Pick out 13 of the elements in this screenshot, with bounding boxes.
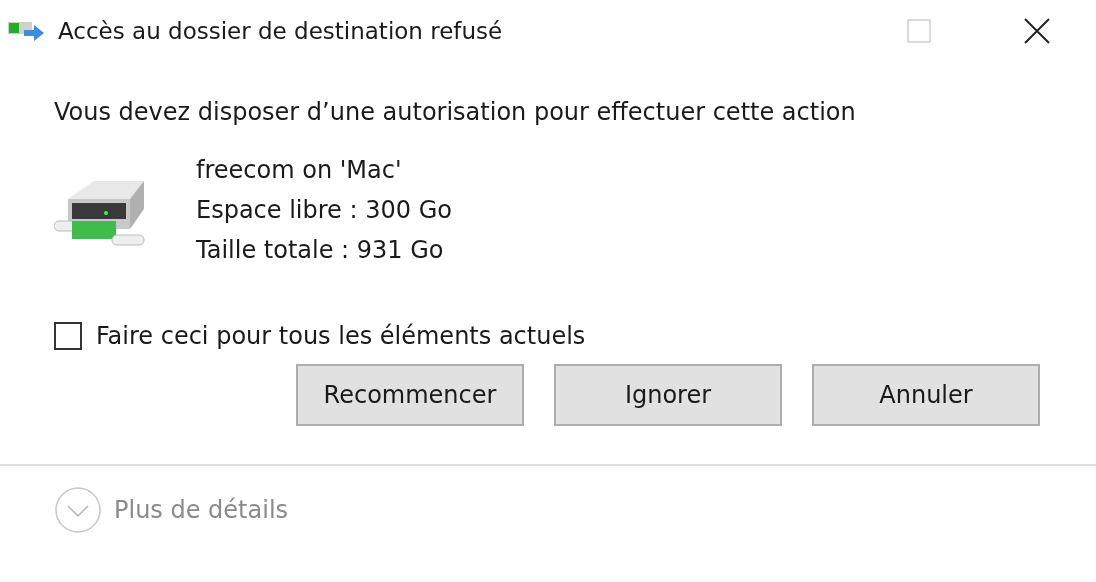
dialog-button[interactable]: Ignorer (554, 364, 782, 426)
message-text: Vous devez disposer d’une autorisation pour effectuer cette action (54, 98, 857, 126)
maximize-icon (907, 19, 931, 43)
expand-chevron-icon[interactable] (54, 486, 102, 534)
drive-info-text: Espace libre : 300 Go (196, 195, 452, 226)
checkbox-label: Faire ceci pour tous les éléments actuels (96, 322, 586, 350)
dialog-button[interactable]: Recommencer (296, 364, 524, 426)
close-icon (1024, 18, 1050, 44)
drive-info-text: freecom on 'Mac' (196, 155, 403, 186)
drive-info-text: Taille totale : 931 Go (196, 235, 445, 266)
apply-all-checkbox[interactable] (54, 322, 82, 350)
dialog-button[interactable]: Annuler (812, 364, 1040, 426)
window-title: Accès au dossier de destination refusé (58, 18, 504, 44)
